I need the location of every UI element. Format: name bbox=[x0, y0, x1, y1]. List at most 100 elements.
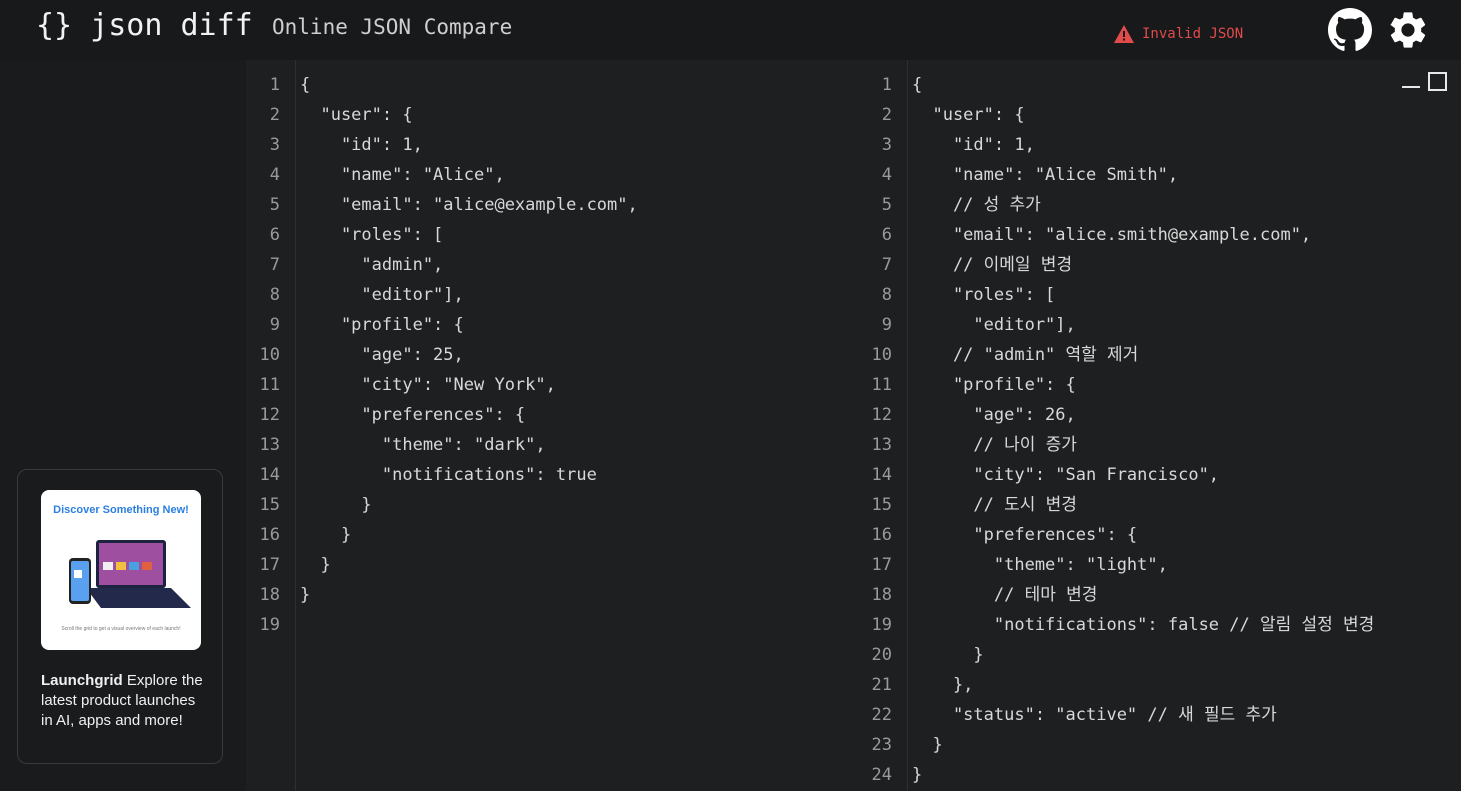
code-line[interactable]: "email": "alice.smith@example.com", bbox=[912, 220, 1311, 250]
code-line[interactable]: "roles": [ bbox=[300, 220, 443, 250]
code-line[interactable]: "profile": { bbox=[912, 370, 1076, 400]
line-number: 22 bbox=[871, 705, 892, 725]
code-line[interactable]: { bbox=[912, 70, 922, 100]
line-number: 24 bbox=[871, 765, 892, 785]
line-number: 17 bbox=[259, 555, 280, 575]
line-number: 1 bbox=[269, 75, 280, 95]
line-number: 5 bbox=[881, 195, 892, 215]
line-number: 7 bbox=[269, 255, 280, 275]
code-line[interactable]: "editor"], bbox=[300, 280, 463, 310]
code-line[interactable]: "theme": "dark", bbox=[300, 430, 546, 460]
line-number: 23 bbox=[871, 735, 892, 755]
code-line[interactable]: // 이메일 변경 bbox=[912, 250, 1072, 280]
gear-icon[interactable] bbox=[1386, 8, 1430, 52]
line-number: 15 bbox=[259, 495, 280, 515]
code-line[interactable]: "notifications": false // 알림 설정 변경 bbox=[912, 610, 1374, 640]
code-line[interactable]: "email": "alice@example.com", bbox=[300, 190, 638, 220]
ad-brand: Launchgrid bbox=[41, 672, 123, 689]
line-number: 10 bbox=[871, 345, 892, 365]
code-line[interactable]: "editor"], bbox=[912, 310, 1075, 340]
line-number: 11 bbox=[871, 375, 892, 395]
error-text: Invalid JSON bbox=[1142, 26, 1244, 42]
line-number: 10 bbox=[259, 345, 280, 365]
maximize-icon[interactable] bbox=[1428, 72, 1447, 91]
line-number: 4 bbox=[269, 165, 280, 185]
minimize-icon[interactable] bbox=[1402, 85, 1420, 88]
code-line[interactable]: "user": { bbox=[300, 100, 412, 130]
line-number: 9 bbox=[881, 315, 892, 335]
line-number: 3 bbox=[269, 135, 280, 155]
code-line[interactable]: } bbox=[912, 640, 983, 670]
right-editor[interactable]: 1 2 3 4 5 6 7 8 9 10 11 12 13 14 15 16 17 18 19 20 21 22 23 24 … bbox=[858, 60, 1461, 791]
app-logo[interactable]: {} json diff bbox=[36, 8, 253, 43]
code-line[interactable]: } bbox=[300, 580, 310, 610]
code-line[interactable]: // "admin" 역할 제거 bbox=[912, 340, 1138, 370]
line-number: 8 bbox=[269, 285, 280, 305]
code-line[interactable]: "user": { bbox=[912, 100, 1024, 130]
code-line[interactable]: } bbox=[300, 550, 330, 580]
page-subtitle: Online JSON Compare bbox=[272, 15, 513, 39]
line-number: 3 bbox=[881, 135, 892, 155]
code-line[interactable]: } bbox=[912, 730, 942, 760]
line-number: 8 bbox=[881, 285, 892, 305]
code-line[interactable]: "theme": "light", bbox=[912, 550, 1168, 580]
code-line[interactable]: } bbox=[912, 760, 922, 790]
code-line[interactable]: "name": "Alice Smith", bbox=[912, 160, 1178, 190]
line-number: 16 bbox=[259, 525, 280, 545]
line-number: 2 bbox=[881, 105, 892, 125]
code-line[interactable]: "profile": { bbox=[300, 310, 464, 340]
ad-image-caption: Scroll the grid to get a visual overview… bbox=[61, 626, 181, 632]
line-number: 11 bbox=[259, 375, 280, 395]
code-line[interactable]: "city": "New York", bbox=[300, 370, 555, 400]
sponsor-ad-card[interactable]: Discover Something New! Scroll the grid … bbox=[17, 469, 223, 764]
github-icon[interactable] bbox=[1328, 8, 1372, 52]
window-controls bbox=[1402, 72, 1447, 91]
line-number: 14 bbox=[871, 465, 892, 485]
code-line[interactable]: "status": "active" // 새 필드 추가 bbox=[912, 700, 1277, 730]
code-line[interactable]: // 나이 증가 bbox=[912, 430, 1077, 460]
code-line[interactable]: // 도시 변경 bbox=[912, 490, 1077, 520]
line-number: 20 bbox=[871, 645, 892, 665]
line-number: 1 bbox=[881, 75, 892, 95]
code-line[interactable]: "preferences": { bbox=[300, 400, 525, 430]
line-number: 13 bbox=[259, 435, 280, 455]
line-number: 18 bbox=[871, 585, 892, 605]
validation-error: Invalid JSON bbox=[1114, 24, 1243, 44]
code-line[interactable]: } bbox=[300, 520, 351, 550]
line-number: 7 bbox=[881, 255, 892, 275]
code-line[interactable]: "notifications": true bbox=[300, 460, 597, 490]
line-number: 14 bbox=[259, 465, 280, 485]
line-number: 17 bbox=[871, 555, 892, 575]
sidebar: Discover Something New! Scroll the grid … bbox=[0, 60, 246, 791]
line-number: 19 bbox=[871, 615, 892, 635]
code-line[interactable]: } bbox=[300, 490, 371, 520]
code-line[interactable]: "roles": [ bbox=[912, 280, 1055, 310]
left-editor[interactable]: 1 2 3 4 5 6 7 8 9 10 11 12 13 14 15 16 17 18 19 { "user": … bbox=[246, 60, 858, 791]
line-number: 4 bbox=[881, 165, 892, 185]
code-line[interactable]: // 성 추가 bbox=[912, 190, 1041, 220]
code-line[interactable]: "name": "Alice", bbox=[300, 160, 505, 190]
line-number: 16 bbox=[871, 525, 892, 545]
code-line[interactable]: "age": 26, bbox=[912, 400, 1075, 430]
code-line[interactable]: { bbox=[300, 70, 310, 100]
line-number: 19 bbox=[259, 615, 280, 635]
code-line[interactable]: }, bbox=[912, 670, 973, 700]
line-number: 5 bbox=[269, 195, 280, 215]
line-number: 21 bbox=[871, 675, 892, 695]
ad-text[interactable]: Launchgrid Explore the latest product la… bbox=[41, 671, 206, 731]
code-line[interactable]: "city": "San Francisco", bbox=[912, 460, 1219, 490]
code-line[interactable]: "id": 1, bbox=[300, 130, 423, 160]
code-line[interactable]: "admin", bbox=[300, 250, 443, 280]
ad-image[interactable]: Discover Something New! Scroll the grid … bbox=[41, 490, 201, 650]
line-number: 12 bbox=[871, 405, 892, 425]
line-number: 13 bbox=[871, 435, 892, 455]
code-line[interactable]: // 테마 변경 bbox=[912, 580, 1098, 610]
right-gutter: 1 2 3 4 5 6 7 8 9 10 11 12 13 14 15 16 17 18 19 20 21 22 23 24 bbox=[858, 60, 908, 791]
code-line[interactable]: "id": 1, bbox=[912, 130, 1035, 160]
warning-icon bbox=[1114, 25, 1134, 43]
line-number: 2 bbox=[269, 105, 280, 125]
code-line[interactable]: "preferences": { bbox=[912, 520, 1137, 550]
left-gutter: 1 2 3 4 5 6 7 8 9 10 11 12 13 14 15 16 17 18 19 bbox=[246, 60, 296, 791]
code-line[interactable]: "age": 25, bbox=[300, 340, 463, 370]
line-number: 15 bbox=[871, 495, 892, 515]
